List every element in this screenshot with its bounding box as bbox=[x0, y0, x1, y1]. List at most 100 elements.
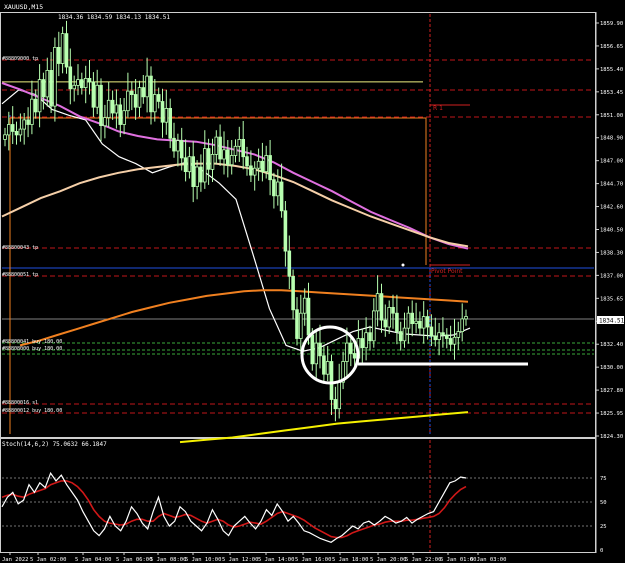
candle-body bbox=[418, 320, 422, 329]
order-label-tp-1: #88809000 tp bbox=[2, 56, 38, 62]
price-axis-label: 1853.45 bbox=[600, 90, 623, 96]
candle-body bbox=[233, 145, 238, 156]
candle-body bbox=[149, 75, 153, 113]
candle-body bbox=[421, 316, 426, 329]
candle-body bbox=[160, 101, 165, 123]
candle-body bbox=[99, 84, 103, 127]
candle-body bbox=[210, 153, 215, 170]
candle-body bbox=[141, 87, 146, 98]
candle-body bbox=[391, 306, 395, 314]
candle-body bbox=[260, 160, 265, 173]
candle-body bbox=[425, 316, 430, 328]
candle-body bbox=[456, 331, 461, 338]
candle-body bbox=[202, 148, 207, 183]
candle-body bbox=[41, 79, 46, 98]
candle-body bbox=[464, 316, 468, 320]
candle-body bbox=[256, 160, 261, 169]
time-axis-label: 5 Jan 04:00 bbox=[75, 557, 111, 563]
candle-body bbox=[183, 157, 188, 173]
candle-body bbox=[272, 179, 276, 197]
candle-body bbox=[306, 297, 311, 336]
stochastic-series bbox=[1, 471, 594, 543]
candle-body bbox=[26, 119, 30, 125]
candle-body bbox=[291, 275, 295, 311]
candle-body bbox=[268, 155, 272, 181]
candle-body bbox=[368, 332, 372, 342]
window-symbol-title: XAUUSD,M15 bbox=[4, 3, 43, 11]
candle-body bbox=[133, 94, 138, 108]
oscillator-title: Stoch(14,6,2) 75.0632 66.1847 bbox=[2, 441, 107, 448]
candle-body bbox=[64, 33, 69, 68]
price-axis-label: 1844.70 bbox=[600, 182, 623, 188]
order-label-tp-3: #88800051 tp bbox=[2, 272, 38, 278]
candle-body bbox=[387, 306, 391, 328]
price-axis-label: 1855.40 bbox=[600, 67, 623, 73]
candle-body bbox=[179, 140, 184, 159]
candle-body bbox=[406, 312, 411, 329]
candle-body bbox=[225, 149, 230, 166]
price-axis-label: 1842.60 bbox=[600, 205, 623, 211]
candle-body bbox=[145, 75, 149, 98]
time-axis-label: Jan 2022 bbox=[2, 557, 29, 563]
candle-body bbox=[318, 342, 322, 357]
candle-body bbox=[68, 66, 73, 90]
stoch-main-line bbox=[1, 471, 467, 543]
candle-body bbox=[444, 334, 449, 339]
price-axis-label: 1837.00 bbox=[600, 273, 623, 279]
candle-body bbox=[345, 342, 349, 362]
candle-body bbox=[229, 155, 234, 166]
candle-body bbox=[49, 70, 53, 107]
time-axis-label: 5 Jan 06:00 bbox=[116, 557, 152, 563]
candle-body bbox=[395, 312, 399, 333]
candle-body bbox=[279, 181, 284, 212]
candle-body bbox=[398, 331, 403, 342]
candle-body bbox=[76, 79, 80, 86]
candle-body bbox=[352, 353, 357, 359]
candle-body bbox=[437, 332, 441, 341]
pivot-marker-dot bbox=[401, 263, 405, 267]
candle-body bbox=[103, 117, 107, 127]
pivot-point-label: Pivot Point bbox=[431, 268, 463, 275]
candle-body bbox=[433, 335, 438, 341]
stoch-signal-line bbox=[1, 480, 467, 539]
stoch-axis-label: 25 bbox=[600, 524, 607, 530]
trading-chart[interactable]: 1859.90 1856.65 1855.40 1853.45 1851.00 1848.… bbox=[0, 0, 625, 563]
current-price-tag: 1834.51 bbox=[599, 318, 625, 325]
price-axis-label: 1825.95 bbox=[600, 411, 623, 417]
candle-body bbox=[460, 318, 464, 332]
candle-body bbox=[87, 78, 92, 83]
candle-body bbox=[191, 156, 196, 187]
candle-body bbox=[402, 327, 407, 342]
candle-body bbox=[10, 124, 15, 132]
candle-body bbox=[129, 90, 134, 95]
price-axis-label: 1830.00 bbox=[600, 365, 623, 371]
time-axis-label: 5 Jan 12:00 bbox=[222, 557, 258, 563]
candle-body bbox=[45, 70, 50, 98]
candle-body bbox=[187, 156, 192, 173]
candle-body bbox=[452, 336, 457, 345]
price-axis-label: 1838.30 bbox=[600, 250, 623, 256]
candle-body bbox=[114, 104, 119, 114]
candle-body bbox=[249, 165, 253, 176]
time-axis-label: 5 Jan 16:00 bbox=[295, 557, 331, 563]
price-axis-label: 1840.50 bbox=[600, 228, 623, 234]
price-axis-label: 1851.00 bbox=[600, 113, 623, 119]
candle-body bbox=[441, 332, 445, 336]
candle-body bbox=[80, 79, 84, 89]
candle-body bbox=[91, 81, 96, 108]
stoch-axis-label: 50 bbox=[600, 500, 607, 506]
candle-body bbox=[18, 128, 23, 136]
candle-body bbox=[245, 156, 249, 167]
candle-body bbox=[22, 119, 26, 130]
candle-body bbox=[287, 250, 292, 277]
order-label-buy-2: #88808000 buy 180.00 bbox=[2, 346, 62, 352]
price-axis-label: 1848.90 bbox=[600, 136, 623, 142]
time-axis-label: 5 Jan 10:00 bbox=[185, 557, 221, 563]
candle-body bbox=[379, 293, 384, 321]
candle-body bbox=[206, 148, 211, 170]
time-axis-label: 5 Jan 08:00 bbox=[150, 557, 186, 563]
candle-body bbox=[168, 108, 173, 139]
candle-body bbox=[237, 138, 242, 147]
candle-body bbox=[164, 108, 169, 123]
fast_ma-line bbox=[1, 89, 471, 352]
